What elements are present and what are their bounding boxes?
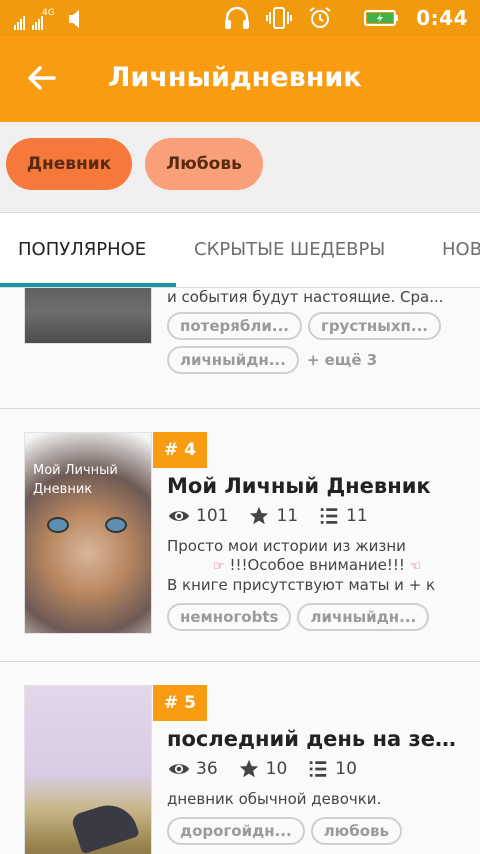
eye-icon: [168, 511, 190, 521]
tag[interactable]: дорогойдн...: [167, 817, 305, 845]
cover-title: Мой Личный Дневник: [33, 463, 118, 497]
votes-count: 10: [265, 759, 288, 779]
tab-popular[interactable]: ПОПУЛЯРНОЕ: [18, 239, 146, 260]
status-right-icons: 0:44: [224, 5, 468, 31]
tab-bar: ПОПУЛЯРНОЕ СКРЫТЫЕ ШЕДЕВРЫ НОВ: [0, 212, 480, 288]
clock: 0:44: [416, 6, 468, 30]
parts-count: 10: [335, 759, 357, 779]
story-stats: 36 10 10: [168, 758, 357, 780]
story-stats: 101 11 11: [168, 505, 368, 527]
story-list[interactable]: и события будут настоящие. Сра... потеря…: [0, 288, 480, 854]
story-tags: дорогойдн... любовь: [167, 817, 403, 845]
tag[interactable]: личныйдн...: [297, 603, 430, 631]
alarm-icon: [309, 7, 331, 28]
tag[interactable]: потерябли...: [167, 312, 302, 340]
story-description: Просто мои истории из жизни ☞ !!!Особое …: [167, 537, 457, 595]
tab-indicator: [0, 283, 176, 287]
tag[interactable]: любовь: [310, 817, 403, 845]
rank-badge: # 5: [153, 685, 207, 721]
story-tags: немногоbts личныйдн...: [167, 603, 430, 631]
page-title: Личныйдневник: [108, 62, 362, 93]
story-cover[interactable]: [24, 288, 152, 344]
votes-count: 11: [276, 506, 299, 526]
parts-count: 11: [346, 506, 368, 526]
pointing-hand-icon: ☜: [409, 559, 422, 574]
star-icon: [239, 759, 258, 778]
status-left-icons: 4G: [14, 6, 85, 30]
battery-charging-icon: [364, 10, 399, 26]
chip-diary[interactable]: Дневник: [6, 138, 132, 190]
rank-badge: # 4: [153, 432, 207, 468]
story-tags-row2: личныйдн... + ещё 3: [167, 346, 377, 374]
vibrate-icon: [266, 7, 293, 29]
network-type: 4G: [42, 8, 55, 18]
story-card[interactable]: # 5 последний день на зем... 36 10 10 дн…: [0, 662, 480, 854]
story-title[interactable]: последний день на зем...: [167, 727, 457, 751]
cat-eye: [105, 517, 127, 533]
cover-figure: [70, 797, 140, 854]
star-icon: [250, 506, 269, 525]
back-arrow-icon[interactable]: [24, 60, 60, 96]
list-icon: [320, 508, 338, 524]
pointing-hand-icon: ☞: [213, 559, 225, 574]
tab-new[interactable]: НОВ: [442, 239, 480, 260]
story-description: и события будут настоящие. Сра...: [167, 288, 444, 306]
list-icon: [310, 761, 327, 777]
tag[interactable]: грустныхп...: [307, 312, 441, 340]
story-title[interactable]: Мой Личный Дневник: [167, 474, 457, 498]
cat-eye: [47, 517, 69, 533]
tag[interactable]: немногоbts: [167, 603, 292, 631]
views-count: 101: [196, 506, 229, 526]
tag[interactable]: личныйдн...: [167, 346, 299, 374]
description-line: Просто мои истории из жизни: [167, 537, 406, 555]
views-count: 36: [196, 759, 218, 779]
app-bar: Личныйдневник: [0, 36, 480, 122]
eye-icon: [168, 764, 190, 774]
chip-love[interactable]: Любовь: [145, 138, 263, 190]
signal-icon: 4G: [14, 8, 55, 30]
story-cover[interactable]: Мой Личный Дневник: [24, 432, 152, 634]
story-description: дневник обычной девочки.: [167, 790, 382, 808]
story-tags: потерябли... грустныхп...: [167, 312, 441, 340]
story-card[interactable]: и события будут настоящие. Сра... потеря…: [0, 288, 480, 409]
status-bar: 4G 0:44: [0, 0, 480, 36]
description-line-highlight: ☞ !!!Особое внимание!!! ☜: [213, 556, 422, 574]
description-line: В книге присутствуют маты и + к: [167, 576, 436, 594]
category-chips: Дневник Любовь: [0, 122, 480, 212]
more-tags-link[interactable]: + ещё 3: [307, 351, 377, 369]
tab-hidden-gems[interactable]: СКРЫТЫЕ ШЕДЕВРЫ: [194, 239, 385, 260]
story-cover[interactable]: [24, 685, 152, 854]
volume-icon: [69, 10, 79, 28]
headphones-icon: [225, 6, 250, 29]
story-card[interactable]: Мой Личный Дневник # 4 Мой Личный Дневни…: [0, 409, 480, 662]
